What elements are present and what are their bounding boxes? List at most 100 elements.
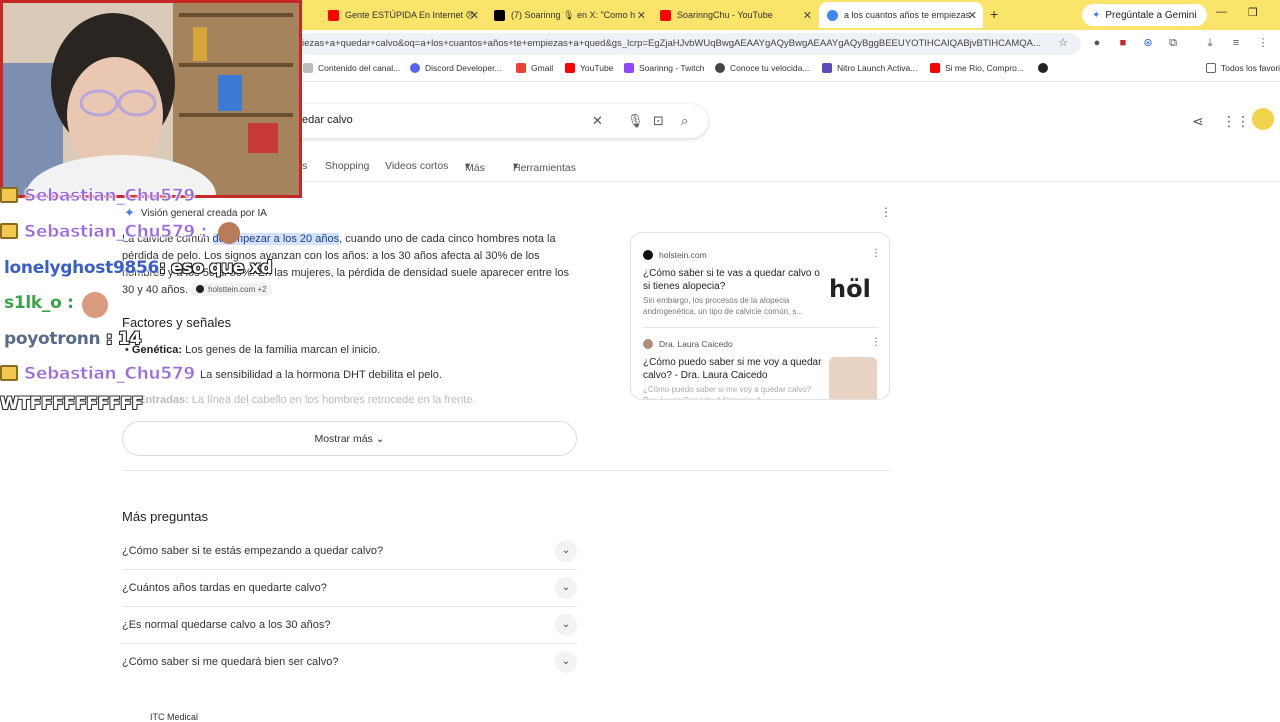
list-item: La sensibilidad a la hormona DHT debilit… — [200, 369, 442, 381]
close-icon[interactable]: ✕ — [470, 9, 479, 22]
chevron-down-icon[interactable]: ⌄ — [555, 614, 577, 636]
gemini-button[interactable]: ✦ Pregúntale a Gemini — [1082, 4, 1207, 26]
search-box[interactable]: edar calvo ✕ 🎙 ⊡ ⌕ — [282, 104, 708, 138]
tab-title: SoarinngChu - YouTube — [677, 10, 773, 20]
question-text: ¿Es normal quedarse calvo a los 30 años? — [122, 619, 331, 631]
bookmark-item[interactable]: Si me Rio, Compro... — [930, 63, 1024, 73]
new-tab-button[interactable]: + — [990, 6, 998, 22]
clear-icon[interactable]: ✕ — [592, 113, 603, 129]
filter-videos-cortos[interactable]: Videos cortos — [385, 160, 448, 172]
more-options-icon[interactable]: ⋮ — [871, 248, 881, 259]
source-snippet: Sin embargo, los procesos de la alopecia… — [643, 296, 804, 316]
minimize-icon[interactable]: — — [1216, 6, 1227, 18]
close-icon[interactable]: ✕ — [637, 9, 646, 22]
extension-icon[interactable]: ■ — [1116, 36, 1130, 50]
chat-text: WTFFFFFFFFFF — [0, 394, 143, 414]
close-icon[interactable]: ✕ — [968, 9, 977, 22]
question-row[interactable]: ¿Cómo saber si me quedará bien ser calvo… — [122, 644, 577, 681]
chevron-down-icon[interactable]: ⌄ — [555, 540, 577, 562]
divider — [122, 470, 890, 471]
bookmark-item[interactable]: Conoce tu velocida... — [715, 63, 809, 73]
avatar[interactable] — [1252, 108, 1274, 130]
emote-icon — [82, 292, 108, 318]
source-title[interactable]: ¿Cómo puedo saber si me voy a quedar cal… — [643, 356, 823, 382]
source-thumbnail — [829, 357, 877, 399]
bookmark-item[interactable]: Gmail — [516, 63, 553, 73]
puzzle-icon[interactable]: ⧉ — [1166, 36, 1180, 50]
chat-username: Sebastian_Chu579 : — [24, 222, 208, 243]
bullet-label: Entradas: — [138, 394, 189, 406]
citation-chip[interactable]: holsttein.com +2 — [191, 282, 272, 296]
search-icon[interactable]: ⌕ — [681, 113, 688, 129]
search-input[interactable]: edar calvo — [302, 114, 353, 126]
maximize-icon[interactable]: ❐ — [1248, 6, 1258, 19]
list-item: Entradas: La línea del cabello en los ho… — [138, 394, 476, 406]
chat-text: : 14 — [100, 329, 142, 349]
tab-3[interactable]: SoarinngChu - YouTube ✕ — [652, 2, 818, 28]
chat-username: Sebastian_Chu579 — [24, 186, 196, 207]
more-questions-title: Más preguntas — [122, 509, 208, 524]
extension-icon[interactable]: ⊛ — [1141, 36, 1155, 50]
close-icon[interactable]: ✕ — [803, 9, 812, 22]
download-icon[interactable]: ⤓ — [1203, 36, 1217, 50]
filter-shopping[interactable]: Shopping — [325, 160, 369, 172]
question-row[interactable]: ¿Cuántos años tardas en quedarte calvo? ⌄ — [122, 570, 577, 607]
bookmark-label: Soarinng - Twitch — [639, 63, 705, 73]
filter-tab[interactable]: s — [302, 160, 307, 172]
chat-message: WTFFFFFFFFFF — [0, 394, 143, 414]
bookmark-label: Si me Rio, Compro... — [945, 63, 1024, 73]
mic-icon[interactable]: 🎙 — [627, 113, 644, 129]
divider — [643, 327, 879, 328]
filter-mas[interactable]: Más ▾ — [465, 160, 485, 174]
section-title: Factores y señales — [122, 315, 232, 330]
source-site[interactable]: Dra. Laura Caicedo — [643, 339, 733, 349]
bullet-text: Los genes de la familia marcan el inicio… — [182, 344, 381, 356]
bookmark-label: Conoce tu velocida... — [730, 63, 810, 73]
question-text: ¿Cómo saber si me quedará bien ser calvo… — [122, 656, 339, 668]
tab-1[interactable]: Gente ESTÚPIDA En Internet 😠 ✕ — [320, 2, 485, 28]
page-icon — [303, 63, 313, 73]
show-more-button[interactable]: Mostrar más ⌄ — [122, 421, 577, 456]
bookmark-label: YouTube — [580, 63, 614, 73]
chat-message: s1lk_o : — [4, 293, 74, 313]
source-title[interactable]: ¿Cómo saber si te vas a quedar calvo o s… — [643, 267, 823, 293]
lens-icon[interactable]: ⊡ — [653, 113, 664, 129]
tab-4-active[interactable]: a los cuantos años te empiezas ✕ — [819, 2, 983, 28]
all-bookmarks[interactable]: Todos los favori — [1206, 63, 1280, 73]
filter-label: Más — [465, 162, 485, 174]
menu-icon[interactable]: ⋮ — [1256, 36, 1270, 50]
bookmark-item[interactable] — [1038, 63, 1053, 73]
media-icon[interactable]: ≡ — [1229, 36, 1243, 50]
chevron-down-icon[interactable]: ⌄ — [555, 651, 577, 673]
result-site-name[interactable]: ITC Medical — [150, 712, 198, 722]
apps-grid-icon[interactable]: ⋮⋮ — [1222, 113, 1250, 130]
address-bar[interactable]: iezas+a+quedar+calvo&oq=a+los+cuantos+añ… — [296, 33, 1081, 55]
bookmark-label: Discord Developer... — [425, 63, 502, 73]
question-row[interactable]: ¿Es normal quedarse calvo a los 30 años?… — [122, 607, 577, 644]
chat-username: Sebastian_Chu579 — [24, 364, 196, 385]
show-more-label: Mostrar más — [314, 433, 373, 445]
filter-herramientas[interactable]: Herramientas ▾ — [513, 160, 576, 174]
youtube-icon — [930, 63, 940, 73]
bookmark-item[interactable]: Soarinng - Twitch — [624, 63, 705, 73]
bookmark-star-icon[interactable]: ☆ — [1056, 36, 1070, 50]
bookmark-item[interactable]: Discord Developer... — [410, 63, 502, 73]
more-options-icon[interactable]: ⋮ — [880, 205, 892, 219]
question-row[interactable]: ¿Cómo saber si te estás empezando a qued… — [122, 533, 577, 570]
bookmark-item[interactable]: YouTube — [565, 63, 613, 73]
extension-icon[interactable]: ● — [1090, 36, 1104, 50]
ai-overview-title: Visión general creada por IA — [140, 207, 267, 219]
chat-message: lonelyghost9856: eso que xd — [4, 258, 273, 278]
bookmark-item[interactable]: Contenido del canal... — [303, 63, 400, 73]
source-site[interactable]: holstein.com — [643, 250, 707, 260]
chat-username: poyotronn — [4, 329, 101, 349]
chat-message: Sebastian_Chu579 — [0, 186, 196, 207]
tab-2[interactable]: (7) Soarinng 🎙 en X: "Como h ✕ — [486, 2, 652, 28]
google-icon — [827, 9, 838, 21]
youtube-icon — [660, 9, 671, 21]
bookmark-label: Gmail — [531, 63, 554, 73]
more-options-icon[interactable]: ⋮ — [871, 337, 881, 348]
share-icon[interactable]: ⋖ — [1192, 113, 1204, 130]
bookmark-item[interactable]: Nitro Launch Activa... — [822, 63, 917, 73]
chevron-down-icon[interactable]: ⌄ — [555, 577, 577, 599]
